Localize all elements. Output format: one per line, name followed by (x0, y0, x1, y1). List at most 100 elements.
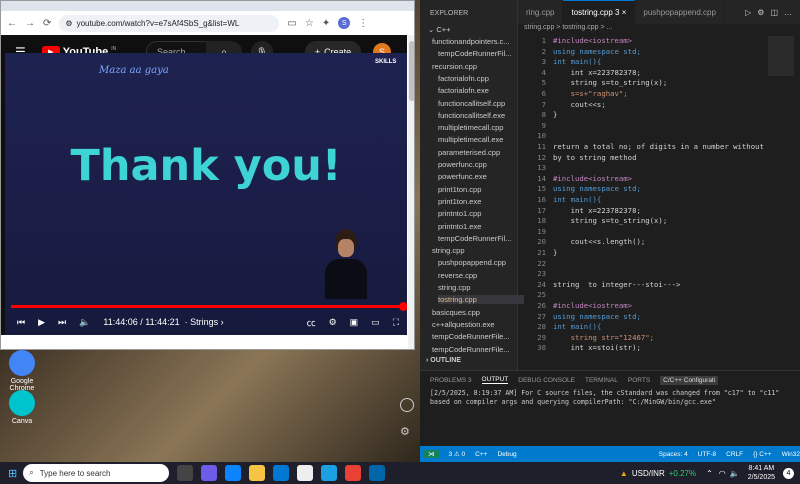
tab-string[interactable]: ring.cpp (518, 0, 564, 24)
file-item[interactable]: tempCodeRunnerFil... (438, 49, 511, 58)
progress-bar[interactable] (11, 302, 407, 311)
wifi-icon[interactable]: ◠ (719, 469, 726, 478)
desktop-icon-canva[interactable]: Canva (4, 390, 40, 425)
file-item[interactable]: powerfunc.cpp (438, 160, 487, 169)
code-editor[interactable]: 1 #include<iostream> 2 using namespace std;… (518, 36, 800, 366)
tab-debug-console[interactable]: DEBUG CONSOLE (518, 377, 575, 384)
file-item[interactable]: basicques.cpp (432, 308, 480, 317)
file-item[interactable]: print1ton.cpp (438, 185, 481, 194)
tab-problems[interactable]: PROBLEMS 3 (430, 377, 472, 384)
more-actions-icon[interactable]: … (784, 8, 792, 17)
previous-icon[interactable]: ⏮ (17, 317, 25, 328)
edge-icon[interactable] (225, 465, 242, 481)
folder-section[interactable]: ⌄ C++ (428, 25, 451, 34)
taskbar-search-input[interactable]: ⌕ Type here to search (23, 464, 170, 482)
volume-icon[interactable]: 🔈 (730, 469, 740, 478)
file-item[interactable]: functionandpointers.c... (432, 37, 510, 46)
market-widget[interactable]: ▲ USD/INR +0.27% (620, 469, 696, 478)
notification-badge[interactable]: 4 (783, 467, 794, 479)
settings-gear-icon[interactable]: ⚙ (757, 8, 764, 17)
file-explorer-icon[interactable] (249, 465, 266, 481)
close-icon[interactable]: × (622, 8, 627, 17)
file-item[interactable]: printnto1.cpp (438, 209, 481, 218)
tab-tostring[interactable]: tostring.cpp 3 × (563, 0, 636, 24)
status-item[interactable]: CRLF (726, 451, 743, 458)
windows-start-icon[interactable]: ⊞ (8, 467, 17, 480)
settings-gear-icon[interactable]: ⚙ (329, 317, 337, 328)
bookmark-star-icon[interactable]: ☆ (305, 18, 314, 29)
chapter-label[interactable]: · Strings › (185, 317, 224, 327)
file-item[interactable]: functioncallitself.exe (438, 111, 505, 120)
miniplayer-icon[interactable]: ▣ (350, 317, 359, 328)
output-channel-select[interactable]: C/C++ Configurati (660, 375, 719, 385)
file-item[interactable]: factorialofn.cpp (438, 74, 489, 83)
file-item[interactable]: parameterised.cpp (438, 148, 500, 157)
tab-pushpopappend[interactable]: pushpopappend.cpp (635, 0, 725, 24)
clock[interactable]: 8:41 AM 2/5/2025 (748, 464, 775, 482)
run-icon[interactable]: ▷ (745, 8, 751, 17)
file-item[interactable]: recursion.cpp (432, 62, 477, 71)
task-view-icon[interactable] (177, 465, 194, 481)
file-item[interactable]: functioncallitself.cpp (438, 99, 505, 108)
address-bar[interactable]: ⚙ youtube.com/watch?v=e7sAf4SbS_g&list=W… (59, 14, 280, 32)
remote-icon[interactable]: ⋊ (424, 450, 439, 458)
video-player[interactable]: Maza aa gaya SKILLS Thank you! ⏮ ▶ ⏭ 🔈 1… (5, 53, 407, 335)
tab-ports[interactable]: PORTS (628, 377, 650, 384)
file-item[interactable]: tempCodeRunnerFile... (432, 345, 510, 354)
status-item[interactable]: UTF-8 (698, 451, 716, 458)
status-item[interactable]: Win32 (782, 451, 800, 458)
next-icon[interactable]: ⏭ (58, 317, 66, 328)
app-icon[interactable] (321, 465, 338, 481)
extensions-icon[interactable]: ✦ (322, 18, 330, 29)
outline-section[interactable]: › OUTLINE (426, 357, 461, 364)
chrome-taskbar-icon[interactable] (345, 465, 362, 481)
scrubber-handle[interactable] (399, 302, 407, 311)
file-item[interactable]: multipletimecall.exe (438, 135, 503, 144)
breadcrumb[interactable]: string.cpp > tostring.cpp > ... (518, 24, 800, 36)
reload-icon[interactable]: ⟳ (43, 18, 51, 29)
tab-terminal[interactable]: TERMINAL (585, 377, 618, 384)
account-icon[interactable] (400, 398, 414, 412)
split-editor-icon[interactable]: ◫ (770, 8, 778, 17)
site-info-icon[interactable]: ⚙ (65, 19, 72, 28)
manage-gear-icon[interactable]: ⚙ (400, 425, 414, 439)
file-item[interactable]: tempCodeRunnerFile... (432, 332, 510, 341)
store-icon[interactable] (273, 465, 290, 481)
copilot-icon[interactable] (201, 465, 218, 481)
fullscreen-icon[interactable]: ⛶ (393, 317, 399, 328)
file-item[interactable]: tostring.cpp (438, 295, 524, 305)
captions-icon[interactable]: ㏄ (307, 316, 316, 329)
file-item[interactable]: tempCodeRunnerFil... (438, 234, 511, 243)
file-item[interactable]: printnto1.exe (438, 222, 481, 231)
file-item[interactable]: print1ton.exe (438, 197, 481, 206)
browser-tab-bar[interactable] (1, 1, 414, 11)
tab-output[interactable]: OUTPUT (481, 376, 509, 384)
status-item[interactable]: C++ (475, 451, 487, 458)
status-item[interactable]: 3 ⚠ 0 (449, 450, 466, 458)
desktop-icon-chrome[interactable]: Google Chrome (4, 350, 40, 392)
menu-kebab-icon[interactable]: ⋮ (358, 18, 368, 29)
file-item[interactable]: factorialofn.exe (438, 86, 489, 95)
cast-icon[interactable]: ▭ (287, 18, 296, 29)
file-item[interactable]: c++allquestion.exe (432, 320, 495, 329)
play-icon[interactable]: ▶ (38, 317, 45, 328)
file-item[interactable]: string.cpp (438, 283, 471, 292)
back-icon[interactable]: ← (7, 18, 17, 29)
notion-icon[interactable] (297, 465, 314, 481)
minimap[interactable] (768, 36, 794, 76)
file-item[interactable]: string.cpp (432, 246, 465, 255)
vscode-taskbar-icon[interactable] (369, 465, 386, 481)
forward-icon[interactable]: → (25, 18, 35, 29)
status-item[interactable]: Spaces: 4 (659, 451, 688, 458)
profile-avatar[interactable]: S (338, 17, 351, 29)
status-item[interactable]: Debug (497, 451, 516, 458)
file-item[interactable]: reverse.cpp (438, 271, 477, 280)
file-item[interactable]: multipletimecall.cpp (438, 123, 503, 132)
file-item[interactable]: pushpopappend.cpp (438, 258, 506, 267)
status-item[interactable]: {} C++ (753, 451, 771, 458)
file-item[interactable]: powerfunc.exe (438, 172, 487, 181)
chevron-up-icon[interactable]: ⌃ (706, 469, 713, 478)
theater-mode-icon[interactable]: ▭ (371, 317, 380, 328)
volume-icon[interactable]: 🔈 (79, 317, 90, 328)
scrollbar-thumb[interactable] (409, 41, 414, 101)
